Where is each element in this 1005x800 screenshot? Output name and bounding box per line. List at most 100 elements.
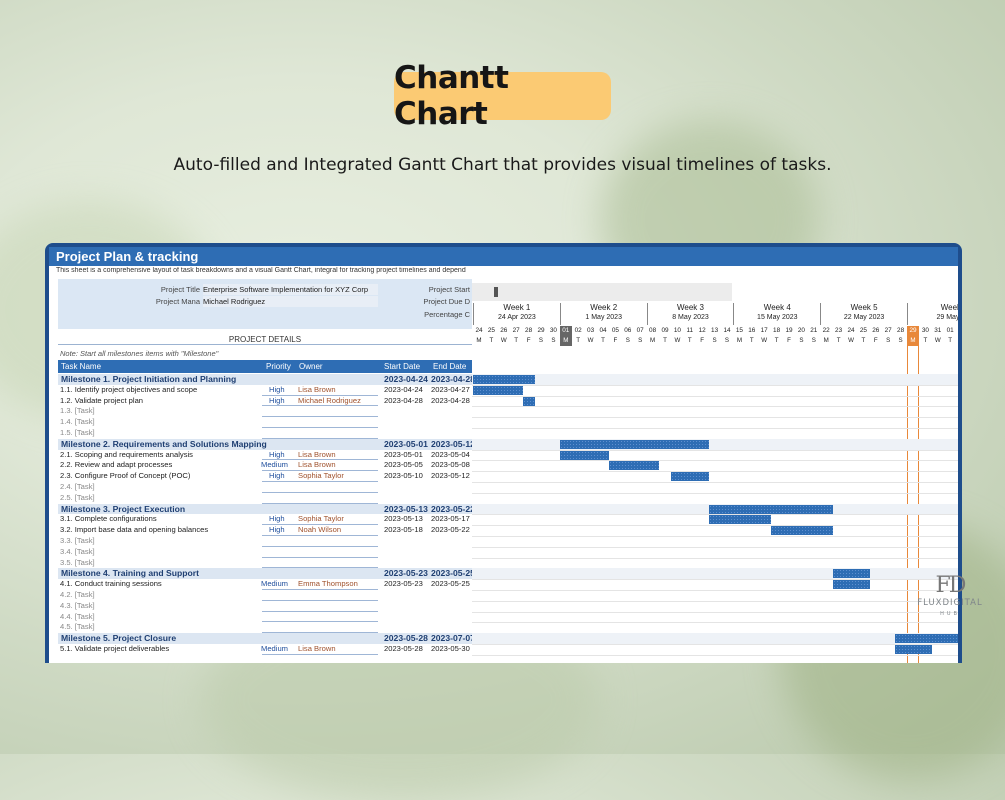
day-number: 08 [649, 327, 657, 334]
day-letter: W [761, 337, 768, 344]
grid-line [472, 525, 958, 527]
sheet-description: This sheet is a comprehensive layout of … [56, 267, 466, 274]
task-name: Milestone 1. Project Initiation and Plan… [61, 374, 237, 384]
task-name: 1.2. Validate project plan [60, 395, 144, 405]
day-number: 25 [487, 327, 495, 334]
end-date: 2023-05-04 [431, 449, 470, 459]
task-bar[interactable] [609, 461, 659, 471]
end-date: 2023-05-08 [431, 460, 470, 470]
day-letter: S [638, 337, 643, 344]
sheet-title-band: Project Plan & tracking [49, 247, 472, 266]
milestone-band [472, 438, 958, 450]
day-letter: M [650, 337, 656, 344]
milestone-row[interactable]: Milestone 3. Project Execution 2023-05-13… [58, 503, 475, 515]
task-bar[interactable] [770, 526, 833, 536]
day-letter: F [787, 337, 791, 344]
milestone-row[interactable]: Milestone 5. Project Closure 2023-05-28 20… [58, 633, 475, 644]
start-date: 2023-04-28 [384, 395, 423, 405]
day-letter: T [663, 337, 667, 344]
end-date: 2023-05-25 [431, 568, 475, 579]
col-priority[interactable]: Priority [266, 360, 291, 373]
day-number: 23 [835, 327, 843, 334]
milestone-bar[interactable] [473, 375, 535, 384]
page-subtitle: Auto-filled and Integrated Gantt Chart t… [173, 155, 832, 175]
col-owner[interactable]: Owner [299, 360, 323, 373]
week-label: Week 4 [763, 303, 791, 312]
week-date: 1 May 2023 [585, 314, 622, 321]
day-number: 31 [934, 327, 942, 334]
task-name: 2.1. Scoping and requirements analysis [60, 449, 193, 459]
project-start-label: Project Start [428, 285, 470, 294]
task-bar[interactable] [473, 385, 523, 395]
day-number: 01 [559, 326, 572, 336]
start-date: 2023-05-10 [384, 471, 423, 481]
progress-marker [494, 287, 498, 297]
task-bar[interactable] [522, 396, 535, 406]
day-letter: S [811, 337, 816, 344]
end-date: 2023-05-22 [431, 525, 470, 535]
day-letter: F [700, 337, 705, 344]
grid-line [472, 546, 958, 548]
task-name: 3.1. Complete configurations [60, 514, 157, 524]
week-date: 15 May 2023 [757, 314, 798, 321]
milestone-bar[interactable] [894, 634, 958, 644]
end-date: 2023-05-30 [431, 644, 470, 653]
day-letter: T [514, 337, 519, 344]
day-letter: F [526, 337, 531, 344]
week-label: Week 5 [850, 303, 878, 312]
col-start-date[interactable]: Start Date [384, 360, 420, 373]
end-date: 2023-04-27 [431, 384, 470, 394]
day-letter: M [559, 336, 572, 346]
grid-line [472, 471, 958, 473]
task-name: 4.2. [Task] [60, 590, 95, 599]
day-number: 24 [847, 327, 855, 334]
task-name: 2.3. Configure Proof of Concept (POC) [60, 471, 191, 481]
milestone-bar[interactable] [708, 504, 833, 514]
task-bar[interactable] [894, 645, 932, 654]
task-bar[interactable] [559, 450, 610, 460]
spreadsheet-content: Project Plan & tracking This sheet is a … [49, 247, 958, 663]
task-name: Milestone 2. Requirements and Solutions … [61, 438, 267, 449]
milestone-bar[interactable] [832, 569, 870, 579]
grid-line [472, 428, 958, 429]
col-task-name[interactable]: Task Name [61, 360, 101, 373]
day-letter: S [712, 337, 717, 344]
task-bar[interactable] [708, 515, 771, 525]
start-date: 2023-05-01 [384, 449, 423, 459]
task-bar[interactable] [832, 580, 870, 590]
day-number: 15 [735, 327, 743, 334]
grid-line [472, 622, 958, 624]
start-date: 2023-05-13 [384, 503, 428, 514]
day-letter: M [736, 337, 742, 344]
day-letter: W [934, 337, 941, 344]
project-manager-field[interactable]: Michael Rodriguez [203, 296, 378, 307]
task-name: 2.2. Review and adapt processes [60, 460, 173, 470]
start-date: 2023-05-23 [384, 568, 428, 579]
task-bar[interactable] [671, 472, 709, 482]
day-letter: T [749, 337, 754, 344]
milestone-bar[interactable] [559, 439, 709, 449]
project-manager-label: Project Mana [155, 297, 200, 306]
gantt-title-band [472, 247, 958, 266]
day-number: 19 [785, 327, 793, 334]
task-name: Milestone 3. Project Execution [61, 503, 186, 514]
col-end-date[interactable]: End Date [433, 360, 466, 373]
day-number: 20 [797, 327, 805, 334]
milestone-band [472, 568, 958, 580]
grid-line [472, 482, 958, 483]
task-name: Milestone 4. Training and Support [61, 568, 199, 579]
task-name: 3.5. [Task] [60, 557, 95, 567]
start-date: 2023-04-24 [384, 374, 428, 384]
day-number: 10 [673, 327, 681, 334]
milestone-row[interactable]: Milestone 4. Training and Support 2023-05… [58, 568, 475, 580]
day-letter: S [799, 337, 804, 344]
milestone-row[interactable]: Milestone 2. Requirements and Solutions … [58, 438, 475, 450]
end-date: 2023-07-07 [431, 633, 475, 644]
project-title-field[interactable]: Enterprise Software Implementation for X… [203, 284, 378, 295]
logo-monogram: FD [935, 573, 967, 598]
grid-line [472, 492, 958, 494]
grid-line [472, 449, 958, 451]
start-date: 2023-05-28 [384, 633, 428, 644]
logo-tag: HUB [940, 611, 960, 617]
milestone-row[interactable]: Milestone 1. Project Initiation and Plan… [58, 374, 475, 385]
